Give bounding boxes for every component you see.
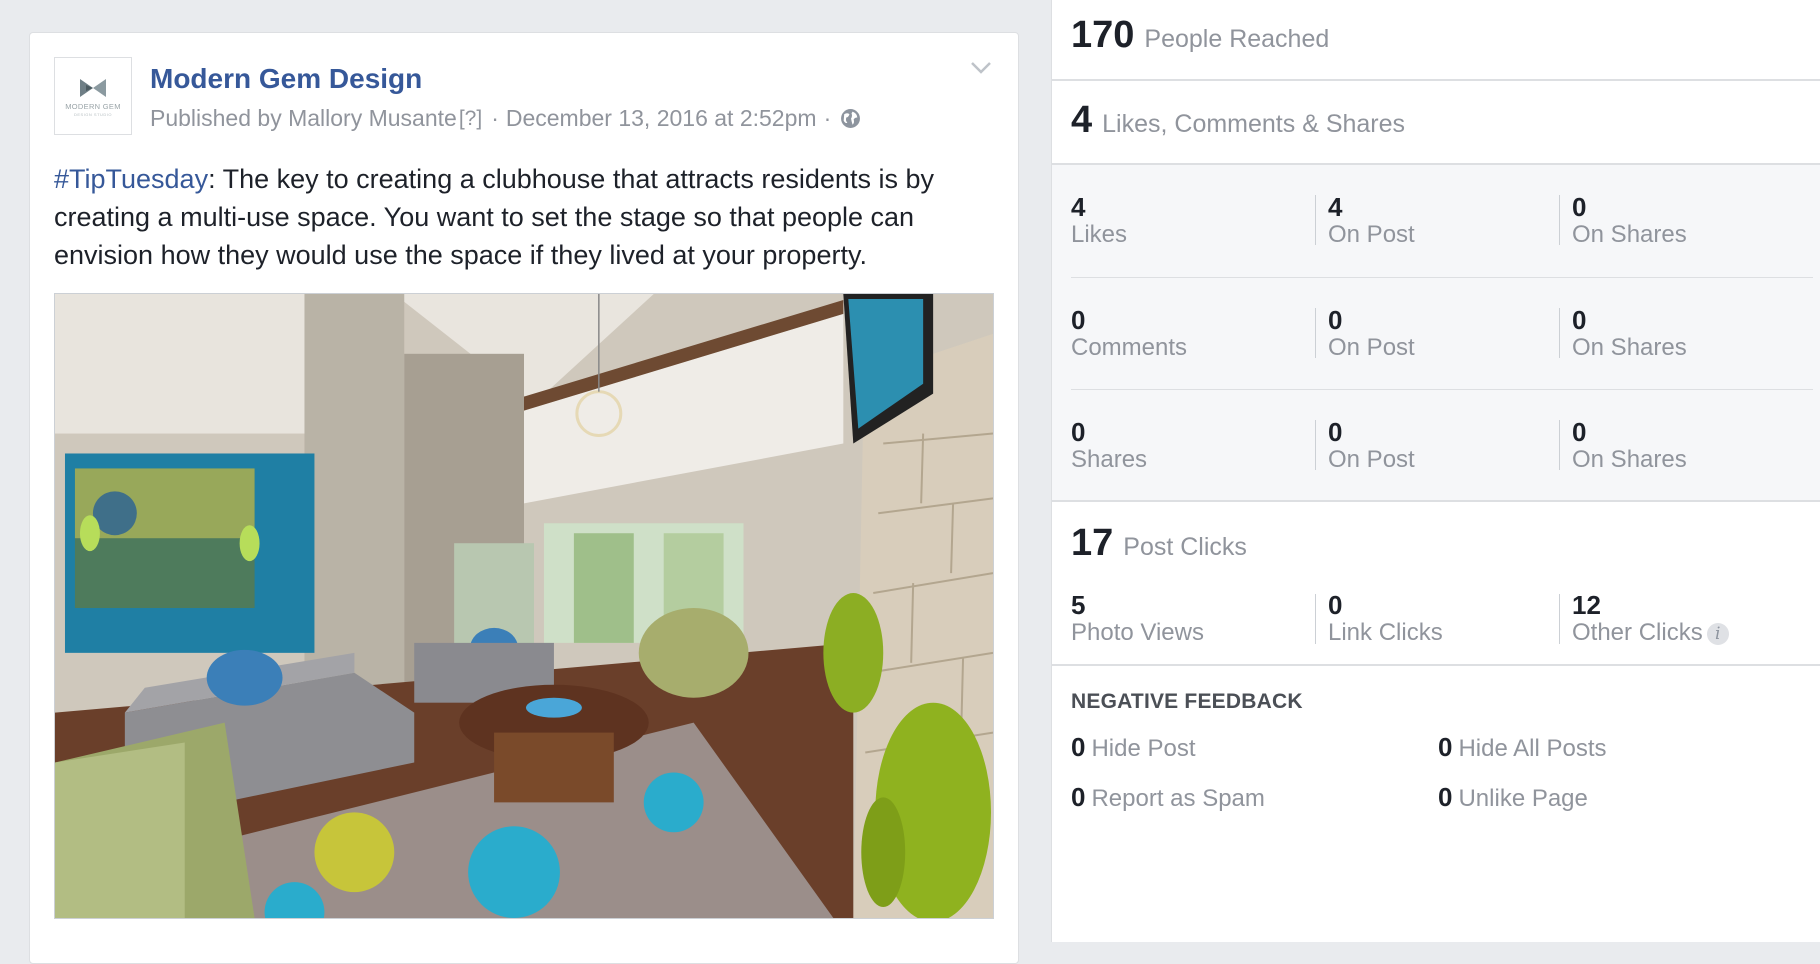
stat-label: On Shares [1572,221,1687,248]
column-divider [1315,594,1316,644]
clubhouse-photo-illustration [55,294,993,918]
stat-value: 5 [1071,590,1086,620]
negative-feedback-title: NEGATIVE FEEDBACK [1071,690,1303,713]
stat-value: 4 [1071,192,1086,222]
engagement-breakdown: 4 Likes 4 On Post 0 On Shares 0 Comments… [1052,165,1820,502]
stat-value: 0 [1572,417,1587,447]
stat-value: 0 [1572,305,1587,335]
stat-value: 0 [1071,732,1086,762]
page-name-link[interactable]: Modern Gem Design [150,63,422,95]
stat-value: 0 [1328,590,1343,620]
stat-label: Hide Post [1091,735,1196,762]
stat-label: Photo Views [1071,619,1204,646]
comments-on-shares: 0 On Shares [1572,306,1687,362]
unlike-page-stat: 0 Unlike Page [1438,782,1588,813]
hashtag-link[interactable]: #TipTuesday [54,164,208,194]
column-divider [1559,594,1560,644]
people-reached-count: 170 [1071,14,1135,56]
help-marker[interactable]: [?] [459,107,482,131]
stat-value: 0 [1328,417,1343,447]
link-clicks: 0 Link Clicks [1328,591,1443,647]
stat-label: Other Clicks i [1572,619,1729,647]
column-divider [1315,420,1316,470]
stat-label: Shares [1071,446,1148,473]
post-meta: Published by Mallory Musante [?] · Decem… [150,105,861,132]
stat-label: On Post [1328,446,1415,473]
column-divider [1315,195,1316,245]
comments-on-post: 0 On Post [1328,306,1415,362]
post-card: MODERN GEM DESIGN STUDIO Modern Gem Desi… [29,32,1019,964]
shares-total: 0 Shares [1071,418,1147,474]
shares-on-post: 0 On Post [1328,418,1415,474]
avatar-logo-text: MODERN GEM [65,101,121,111]
photo-views: 5 Photo Views [1071,591,1204,647]
column-divider [1559,195,1560,245]
hide-all-posts-stat: 0 Hide All Posts [1438,732,1607,763]
comments-total: 0 Comments [1071,306,1187,362]
likes-row: 4 Likes 4 On Post 0 On Shares [1071,165,1813,277]
stat-label: Link Clicks [1328,619,1443,646]
meta-separator: · [491,105,499,131]
stat-label: Hide All Posts [1458,735,1607,762]
page-avatar[interactable]: MODERN GEM DESIGN STUDIO [54,57,132,135]
stat-label: On Post [1328,334,1415,361]
stat-value: 12 [1572,590,1601,620]
comments-row: 0 Comments 0 On Post 0 On Shares [1071,277,1813,390]
post-date-link[interactable]: December 13, 2016 at 2:52pm [506,105,817,132]
engagement-section: 4 Likes, Comments & Shares [1052,81,1820,165]
stat-label: Report as Spam [1091,785,1265,812]
likes-on-shares: 0 On Shares [1572,193,1687,249]
stat-value: 4 [1328,192,1343,222]
stat-value: 0 [1438,732,1453,762]
report-spam-stat: 0 Report as Spam [1071,782,1265,813]
hide-post-stat: 0 Hide Post [1071,732,1196,763]
stat-label: On Post [1328,221,1415,248]
post-clicks-label: Post Clicks [1123,533,1247,561]
post-body: #TipTuesday: The key to creating a clubh… [54,160,1004,274]
negative-feedback-section: NEGATIVE FEEDBACK 0 Hide Post 0 Hide All P… [1052,666,1820,942]
stat-value: 0 [1071,417,1086,447]
stat-value: 0 [1438,782,1453,812]
stat-label: On Shares [1572,446,1687,473]
column-divider [1559,308,1560,358]
post-clicks-header: 17 Post Clicks [1071,522,1247,565]
stat-label: Comments [1071,334,1188,361]
published-by: Published by Mallory Musante [150,105,457,131]
other-clicks: 12 Other Clicks i [1572,591,1729,647]
shares-row: 0 Shares 0 On Post 0 On Shares [1071,389,1813,502]
column-divider [1559,420,1560,470]
engagement-label: Likes, Comments & Shares [1102,110,1406,138]
post-photo[interactable] [54,293,994,919]
globe-icon[interactable] [840,108,861,129]
logo-icon [80,78,106,97]
column-divider [1315,308,1316,358]
meta-separator: · [823,105,832,131]
people-reached-label: People Reached [1144,25,1330,53]
other-clicks-label: Other Clicks [1572,619,1703,646]
stat-value: 0 [1071,782,1086,812]
likes-on-post: 4 On Post [1328,193,1415,249]
stat-label: Likes [1071,221,1128,248]
people-reached-section: 170 People Reached [1052,0,1820,81]
stat-value: 0 [1328,305,1343,335]
insights-panel: 170 People Reached 4 Likes, Comments & Sha… [1051,0,1820,942]
avatar-logo-subtext: DESIGN STUDIO [73,111,113,117]
post-clicks-count: 17 [1071,522,1114,564]
likes-total: 4 Likes [1071,193,1127,249]
stat-label: On Shares [1572,334,1687,361]
info-icon[interactable]: i [1706,622,1729,645]
engagement-count: 4 [1071,99,1093,141]
shares-on-shares: 0 On Shares [1572,418,1687,474]
stat-value: 0 [1572,192,1587,222]
stat-label: Unlike Page [1458,785,1588,812]
chevron-down-icon[interactable] [970,59,992,77]
post-clicks-section: 17 Post Clicks 5 Photo Views 0 Link Click… [1052,502,1820,666]
stat-value: 0 [1071,305,1086,335]
